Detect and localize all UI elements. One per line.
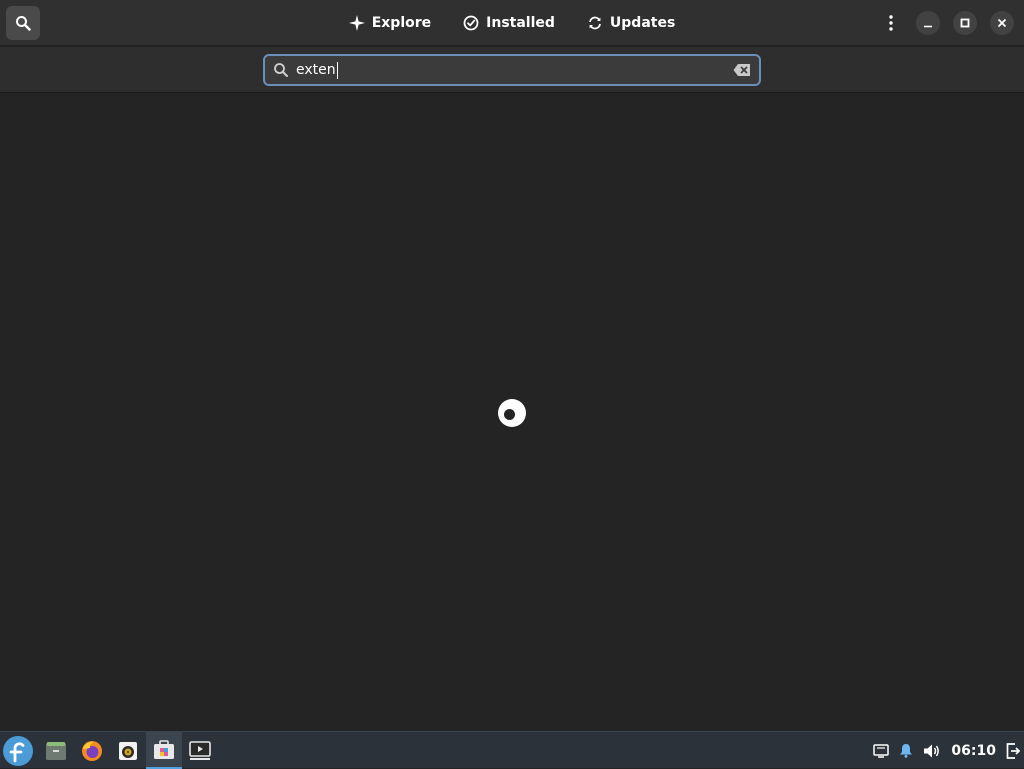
software-icon <box>154 739 174 759</box>
search-input[interactable]: exten <box>263 54 761 86</box>
launcher-fedora-menu[interactable] <box>0 732 36 769</box>
close-icon <box>997 18 1007 28</box>
tab-installed[interactable]: Installed <box>452 6 566 40</box>
maximize-icon <box>960 18 970 28</box>
kebab-menu-icon <box>889 15 893 31</box>
spinner-dot <box>504 409 515 420</box>
launcher-firefox[interactable] <box>74 732 110 769</box>
window-controls <box>879 0 1014 46</box>
close-button[interactable] <box>990 11 1014 35</box>
volume-icon[interactable] <box>923 743 941 759</box>
view-switcher: Explore Installed Updates <box>0 0 1024 46</box>
maximize-button[interactable] <box>953 11 977 35</box>
notifications-bell-icon[interactable] <box>899 743 913 758</box>
text-caret <box>336 61 338 79</box>
loading-spinner <box>498 399 526 427</box>
tab-updates-label: Updates <box>609 15 676 31</box>
rhythmbox-icon <box>119 741 137 760</box>
fedora-menu-icon <box>3 735 33 766</box>
launcher-files[interactable] <box>38 732 74 769</box>
refresh-icon <box>589 16 601 30</box>
files-icon <box>46 741 66 760</box>
tab-explore-label: Explore <box>371 15 432 31</box>
search-input-value: exten <box>296 62 336 78</box>
main-menu-button[interactable] <box>879 11 903 35</box>
taskbar: 06:10 <box>0 731 1024 769</box>
check-circle-icon <box>463 15 479 31</box>
search-icon <box>274 63 288 77</box>
sparkle-icon <box>348 15 365 31</box>
tab-installed-label: Installed <box>486 15 555 31</box>
minimize-icon <box>924 25 932 28</box>
search-bar: exten <box>0 47 1024 93</box>
firefox-icon <box>82 740 102 761</box>
network-icon[interactable] <box>873 743 890 758</box>
launcher-software[interactable] <box>146 732 182 769</box>
search-toggle-button[interactable] <box>6 6 40 40</box>
system-tray: 06:10 <box>873 732 1020 769</box>
header-bar: Explore Installed Updates <box>0 0 1024 46</box>
search-icon <box>16 16 31 31</box>
gnome-software-window: Explore Installed Updates exten <box>0 0 1024 731</box>
logout-icon[interactable] <box>1006 742 1020 759</box>
launcher-video-player[interactable] <box>182 732 218 769</box>
minimize-button[interactable] <box>916 11 940 35</box>
tab-updates[interactable]: Updates <box>576 6 686 40</box>
clear-text-icon[interactable] <box>733 63 751 77</box>
tab-explore[interactable]: Explore <box>338 6 442 40</box>
video-player-icon <box>189 740 211 760</box>
launcher-rhythmbox[interactable] <box>110 732 146 769</box>
clock[interactable]: 06:10 <box>951 743 996 759</box>
